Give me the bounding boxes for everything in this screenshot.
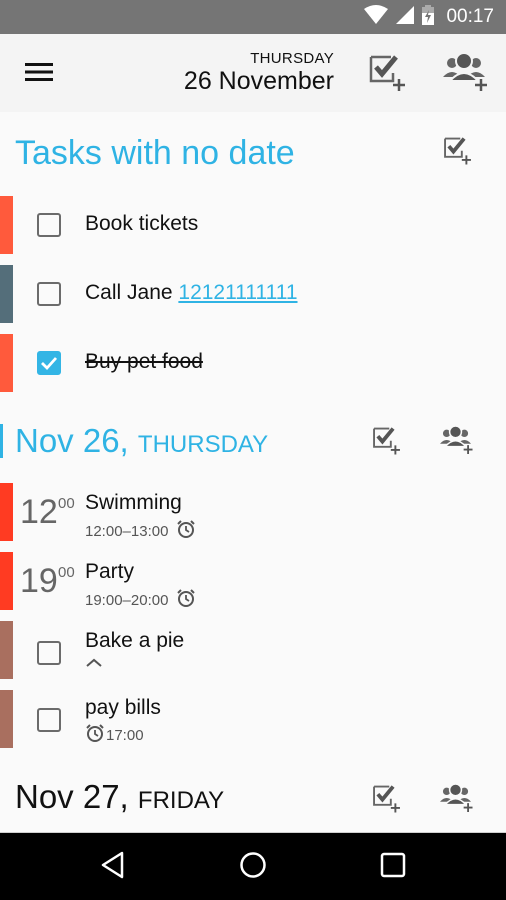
back-icon	[100, 851, 126, 884]
task-checkbox[interactable]	[37, 213, 61, 237]
header-day: 26 November	[183, 67, 334, 95]
event-time-range: 19:00–20:00	[85, 591, 169, 609]
section-title-nov27: Nov 27, FRIDAY	[15, 778, 224, 816]
section-title-nov26: Nov 26, THURSDAY	[15, 422, 268, 460]
task-row[interactable]: Bake a pie	[0, 621, 506, 679]
task-color-bar	[0, 265, 13, 323]
back-button[interactable]	[91, 847, 135, 887]
alarm-icon	[176, 519, 196, 543]
task-add-icon	[442, 134, 474, 171]
alarm-icon	[85, 723, 105, 747]
event-minutes: 00	[58, 564, 75, 581]
section-title-no-date: Tasks with no date	[15, 134, 295, 172]
task-color-bar	[0, 196, 13, 254]
phone-link[interactable]: 12121111111	[178, 281, 297, 304]
task-row[interactable]: Call Jane 12121111111	[0, 265, 506, 323]
group-add-icon	[443, 51, 489, 98]
home-button[interactable]	[231, 847, 275, 887]
status-bar: 00:17	[0, 0, 506, 34]
agenda-list[interactable]: Tasks with no date Book tickets Call Jan…	[0, 112, 506, 832]
wifi-icon	[364, 4, 389, 30]
today-indicator	[0, 424, 3, 458]
task-add-icon	[367, 51, 409, 98]
event-time-range: 12:00–13:00	[85, 522, 169, 540]
task-text: Bake a pie	[85, 629, 185, 652]
task-color-bar	[0, 621, 13, 679]
event-hour: 19	[20, 562, 58, 600]
add-task-no-date-button[interactable]	[434, 128, 482, 176]
chevron-up-icon	[85, 655, 103, 673]
home-icon	[239, 851, 267, 884]
event-subtitle: 12:00–13:00	[85, 519, 196, 543]
task-color-bar	[0, 690, 13, 748]
task-row[interactable]: Book tickets	[0, 196, 506, 254]
add-group-event-button[interactable]	[442, 50, 490, 98]
event-hour: 12	[20, 493, 58, 531]
hamburger-menu-icon	[25, 61, 53, 88]
group-add-icon	[440, 424, 474, 461]
task-color-bar	[0, 334, 13, 392]
event-row[interactable]: 19 00 Party 19:00–20:00	[0, 552, 506, 610]
task-text-label: Call Jane	[85, 281, 179, 304]
task-text: pay bills	[85, 696, 161, 719]
event-minutes: 00	[58, 495, 75, 512]
status-icons: 00:17	[364, 0, 494, 34]
event-color-bar	[0, 483, 13, 541]
task-add-icon	[371, 782, 403, 819]
task-row[interactable]: pay bills 17:00	[0, 690, 506, 748]
header-weekday: THURSDAY	[250, 50, 334, 67]
app-bar: THURSDAY 26 November	[0, 34, 506, 112]
add-event-nov27-button[interactable]	[433, 776, 481, 824]
menu-button[interactable]	[18, 56, 60, 92]
task-checkbox-checked[interactable]	[37, 351, 61, 375]
header-date[interactable]: THURSDAY 26 November	[184, 50, 334, 95]
section-date: Nov 27,	[15, 778, 129, 815]
add-task-nov27-button[interactable]	[363, 776, 411, 824]
add-task-button[interactable]	[364, 50, 412, 98]
add-task-nov26-button[interactable]	[363, 418, 411, 466]
event-title: Party	[85, 560, 135, 583]
event-color-bar	[0, 552, 13, 610]
task-checkbox[interactable]	[37, 641, 61, 665]
cell-signal-icon	[396, 5, 415, 29]
section-date: Nov 26,	[15, 422, 129, 459]
recents-button[interactable]	[371, 847, 415, 887]
task-text: Book tickets	[85, 212, 199, 235]
event-row[interactable]: 12 00 Swimming 12:00–13:00	[0, 483, 506, 541]
task-row[interactable]: Buy pet food	[0, 334, 506, 392]
navigation-bar	[0, 832, 506, 900]
task-checkbox[interactable]	[37, 708, 61, 732]
event-subtitle: 19:00–20:00	[85, 588, 196, 612]
group-add-icon	[440, 782, 474, 819]
task-expand[interactable]	[85, 655, 103, 673]
task-reminder: 17:00	[85, 723, 144, 747]
alarm-icon	[176, 588, 196, 612]
status-time: 00:17	[446, 6, 494, 27]
battery-charging-icon	[422, 4, 435, 30]
section-weekday: FRIDAY	[137, 787, 225, 814]
task-checkbox[interactable]	[37, 282, 61, 306]
checkmark-icon	[41, 357, 58, 371]
task-text: Call Jane 12121111111	[85, 281, 298, 305]
task-add-icon	[371, 424, 403, 461]
event-title: Swimming	[85, 491, 182, 514]
add-event-nov26-button[interactable]	[433, 418, 481, 466]
section-weekday: THURSDAY	[137, 431, 269, 458]
task-text: Buy pet food	[85, 350, 203, 373]
recents-icon	[380, 852, 406, 883]
reminder-time: 17:00	[106, 726, 144, 744]
